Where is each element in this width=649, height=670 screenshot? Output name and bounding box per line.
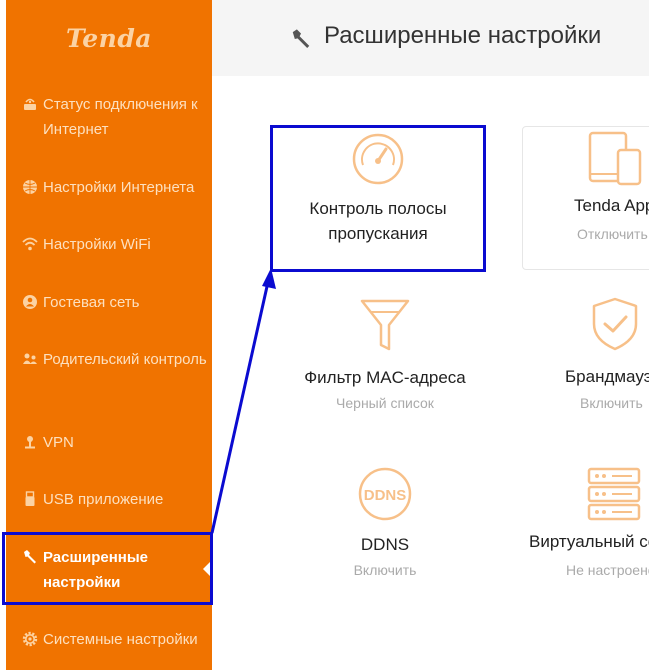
sidebar-item-label: Родительский контроль — [43, 351, 207, 368]
sidebar-item-wifi[interactable]: Настройки WiFi — [6, 232, 212, 257]
globe-icon — [23, 180, 37, 194]
sidebar-item-label: Статус подключения к Интернет — [43, 96, 198, 138]
tenda-logo: Tenda — [66, 24, 152, 53]
sidebar-item-parental-control[interactable]: Родительский контроль — [6, 347, 212, 399]
devices-icon — [588, 131, 642, 186]
sidebar-item-label: Системные настройки — [43, 631, 198, 648]
tile-name: Tenda App — [574, 196, 649, 215]
shield-check-icon — [592, 297, 638, 351]
sidebar-item-label: Настройки Интернета — [43, 179, 195, 196]
sidebar-item-label: USB приложение — [43, 491, 164, 508]
highlight-box-tile — [270, 125, 486, 272]
sidebar-item-label: Настройки WiFi — [43, 236, 151, 253]
usb-icon — [25, 491, 35, 506]
sidebar-item-usb[interactable]: USB приложение — [6, 487, 212, 512]
wrench-icon — [292, 29, 310, 48]
tile-name: Фильтр MAC-адреса — [304, 368, 466, 387]
sidebar-item-label: Гостевая сеть — [43, 294, 140, 311]
tile-ddns[interactable]: DDNS DDNS Включить — [280, 460, 490, 590]
tile-mac-filter[interactable]: Фильтр MAC-адреса Черный список — [280, 290, 490, 420]
sidebar-item-system-settings[interactable]: Системные настройки — [6, 627, 212, 652]
tile-status: Не настроено — [566, 562, 649, 578]
vpn-icon — [25, 436, 35, 449]
sidebar-item-internet-settings[interactable]: Настройки Интернета — [6, 175, 212, 200]
server-icon — [587, 467, 641, 521]
sidebar-item-vpn[interactable]: VPN — [6, 430, 212, 455]
highlight-box-sidebar — [2, 532, 213, 605]
tile-status: Отключить — [577, 226, 648, 242]
parental-control-icon — [23, 353, 37, 364]
tile-name: DDNS — [360, 535, 410, 554]
tile-virtual-server[interactable]: Виртуальный сервер Не настроено — [522, 460, 649, 590]
tile-name: Виртуальный сервер — [529, 532, 649, 551]
guest-network-icon — [23, 295, 37, 309]
sidebar-item-label: VPN — [43, 434, 74, 451]
connection-status-icon — [24, 98, 36, 110]
sidebar-item-internet-status[interactable]: Статус подключения к Интернет — [6, 92, 212, 144]
page-header: Расширенные настройки — [212, 0, 649, 76]
tile-firewall[interactable]: Брандмауэр Включить — [522, 290, 649, 420]
wifi-icon — [22, 237, 38, 251]
tile-status: Включить — [353, 562, 417, 578]
gear-icon — [22, 631, 38, 647]
tile-status: Включить — [580, 395, 643, 411]
tile-status: Черный список — [336, 395, 434, 411]
ddns-icon-text: DDNS — [364, 487, 407, 504]
funnel-icon — [360, 299, 410, 351]
page-title: Расширенные настройки — [324, 22, 602, 49]
tile-name: Брандмауэр — [565, 367, 649, 386]
sidebar-item-guest-network[interactable]: Гостевая сеть — [6, 290, 212, 315]
tile-tenda-app[interactable]: Tenda App Отключить — [522, 126, 649, 268]
ddns-icon: DDNS — [358, 467, 412, 521]
